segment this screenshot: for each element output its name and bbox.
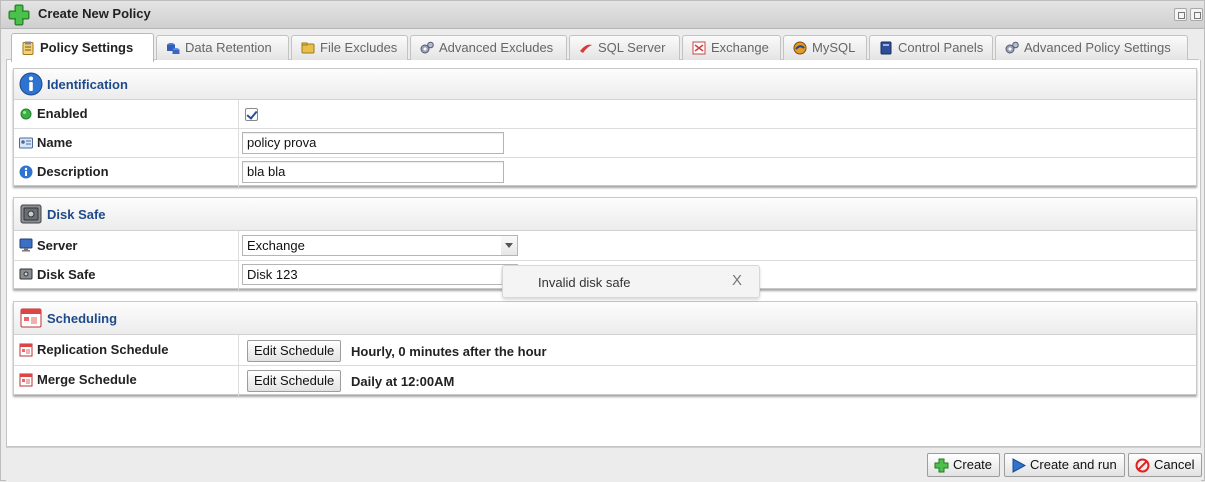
tab-content: Identification Enabled Name policy prova xyxy=(6,60,1201,447)
enabled-checkbox[interactable] xyxy=(245,108,258,121)
section-title: Identification xyxy=(47,77,128,92)
tab-label: SQL Server xyxy=(598,40,666,55)
tab-label: Data Retention xyxy=(185,40,272,55)
create-policy-window: Create New Policy Policy Settings Data R… xyxy=(0,0,1205,482)
section-title: Scheduling xyxy=(47,311,118,326)
create-and-run-label: Create and run xyxy=(1030,457,1117,472)
gears-icon xyxy=(420,41,434,54)
tab-label: MySQL xyxy=(812,40,856,55)
calendar-icon xyxy=(20,308,42,328)
plus-icon xyxy=(934,458,949,473)
scheduling-section: Scheduling Replication Schedule Edit Sch… xyxy=(13,301,1197,396)
section-header: Scheduling xyxy=(14,302,1196,335)
database-icon xyxy=(167,43,180,54)
play-icon xyxy=(1012,458,1026,473)
exchange-icon xyxy=(692,41,706,55)
cancel-label: Cancel xyxy=(1154,457,1195,472)
name-row: Name policy prova xyxy=(14,129,1196,158)
edit-merge-schedule-button[interactable]: Edit Schedule xyxy=(247,370,342,392)
tab-data-retention[interactable]: Data Retention xyxy=(156,35,289,60)
tab-control-panels[interactable]: Control Panels xyxy=(869,35,993,60)
chevron-down-icon[interactable] xyxy=(501,235,518,256)
label-cell: Enabled xyxy=(14,100,239,128)
plus-icon xyxy=(8,4,30,26)
server-row: Server Exchange xyxy=(14,231,1196,261)
close-icon[interactable]: X xyxy=(732,272,742,289)
create-label: Create xyxy=(953,457,993,472)
merge-schedule-label: Merge Schedule xyxy=(37,372,137,387)
calendar-icon xyxy=(19,373,33,387)
tab-label: Policy Settings xyxy=(40,40,134,55)
identification-section: Identification Enabled Name policy prova xyxy=(13,68,1197,187)
label-cell: Server xyxy=(14,231,239,260)
cancel-icon xyxy=(1135,458,1150,473)
create-button[interactable]: Create xyxy=(927,453,1001,477)
server-label: Server xyxy=(37,238,78,253)
section-header: Disk Safe xyxy=(14,198,1196,231)
safe-icon xyxy=(20,204,42,224)
tab-exchange[interactable]: Exchange xyxy=(682,35,781,60)
mysql-icon xyxy=(793,41,807,55)
tab-file-excludes[interactable]: File Excludes xyxy=(291,35,408,60)
tab-label: Exchange xyxy=(711,40,769,55)
replication-schedule-value: Hourly, 0 minutes after the hour xyxy=(351,344,547,359)
book-icon xyxy=(880,41,892,55)
description-row: Description bla bla xyxy=(14,158,1196,187)
label-cell: Replication Schedule xyxy=(14,335,239,365)
name-label: Name xyxy=(37,135,73,150)
section-title: Disk Safe xyxy=(47,207,106,222)
tab-strip: Policy Settings Data Retention File Excl… xyxy=(6,32,1199,62)
label-cell: Name xyxy=(14,129,239,157)
sql-server-icon xyxy=(580,44,592,53)
cancel-button[interactable]: Cancel xyxy=(1128,453,1203,477)
folder-icon xyxy=(301,42,315,54)
tab-label: Advanced Excludes xyxy=(439,40,554,55)
tab-advanced-policy-settings[interactable]: Advanced Policy Settings xyxy=(995,35,1188,60)
tab-sql-server[interactable]: SQL Server xyxy=(569,35,680,60)
title-bar: Create New Policy xyxy=(1,1,1204,29)
merge-schedule-row: Merge Schedule Edit Schedule Daily at 12… xyxy=(14,366,1196,396)
disk-safe-select[interactable]: Disk 123 xyxy=(242,264,502,285)
tab-advanced-excludes[interactable]: Advanced Excludes xyxy=(410,35,567,60)
enabled-label: Enabled xyxy=(37,106,88,121)
replication-schedule-label: Replication Schedule xyxy=(37,342,169,357)
label-cell: Merge Schedule xyxy=(14,366,239,396)
safe-icon xyxy=(19,268,33,280)
section-header: Identification xyxy=(14,69,1196,100)
window-title: Create New Policy xyxy=(38,6,151,21)
info-icon xyxy=(19,72,43,96)
description-input[interactable]: bla bla xyxy=(242,161,504,183)
maximize-icon[interactable] xyxy=(1190,8,1203,21)
disk-safe-label: Disk Safe xyxy=(37,267,96,282)
label-cell: Description xyxy=(14,158,239,187)
id-card-icon xyxy=(19,137,33,149)
merge-schedule-value: Daily at 12:00AM xyxy=(351,374,455,389)
monitor-icon xyxy=(19,238,33,252)
info-icon xyxy=(19,165,33,179)
footer-bar: Create Create and run Cancel xyxy=(6,447,1203,482)
create-and-run-button[interactable]: Create and run xyxy=(1004,453,1125,477)
description-label: Description xyxy=(37,164,109,179)
replication-schedule-row: Replication Schedule Edit Schedule Hourl… xyxy=(14,335,1196,366)
tab-mysql[interactable]: MySQL xyxy=(783,35,867,60)
tab-policy-settings[interactable]: Policy Settings xyxy=(11,33,154,62)
server-select[interactable]: Exchange xyxy=(242,235,502,256)
tab-label: File Excludes xyxy=(320,40,398,55)
clipboard-icon xyxy=(22,41,34,55)
gears-icon xyxy=(1005,41,1019,54)
tooltip-message: Invalid disk safe xyxy=(538,275,631,290)
tab-label: Control Panels xyxy=(898,40,984,55)
enabled-row: Enabled xyxy=(14,100,1196,129)
edit-replication-schedule-button[interactable]: Edit Schedule xyxy=(247,340,342,362)
name-input[interactable]: policy prova xyxy=(242,132,504,154)
label-cell: Disk Safe xyxy=(14,261,239,290)
validation-tooltip: Invalid disk safe X xyxy=(502,265,760,298)
restore-icon[interactable] xyxy=(1174,8,1187,21)
tab-label: Advanced Policy Settings xyxy=(1024,40,1171,55)
green-dot-icon xyxy=(20,108,32,120)
calendar-icon xyxy=(19,343,33,357)
